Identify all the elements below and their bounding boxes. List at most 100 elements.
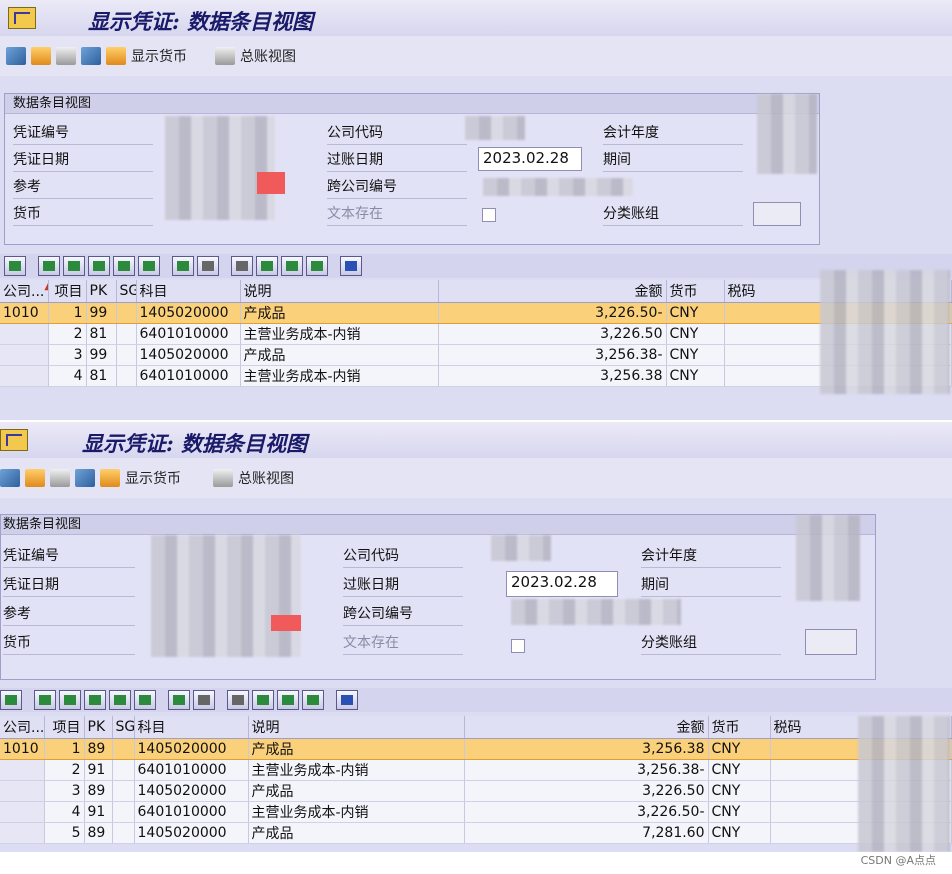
layout-button[interactable] xyxy=(306,256,328,276)
info-button[interactable] xyxy=(340,256,362,276)
edit-icon[interactable] xyxy=(6,47,26,65)
text-cell: 主营业务成本-内销 xyxy=(240,365,439,387)
table-row[interactable]: 5 89 1405020000 产成品 7,281.60 CNY xyxy=(0,822,952,844)
display-currency-button[interactable]: 显示货币 xyxy=(125,468,181,488)
sort-descending-button[interactable] xyxy=(63,256,85,276)
table-row[interactable]: 1010 1 89 1405020000 产成品 3,256.38 CNY xyxy=(0,738,952,760)
item-cell: 3 xyxy=(48,344,87,366)
table-row[interactable]: 1010 1 99 1405020000 产成品 3,226.50- CNY xyxy=(0,302,952,324)
column-header[interactable]: 公司...▲ xyxy=(0,280,49,303)
company-code-label: 公司代码 xyxy=(327,122,467,145)
account-cell: 1405020000 xyxy=(136,344,241,366)
print-button[interactable] xyxy=(227,690,249,710)
posting-date-field[interactable]: 2023.02.28 xyxy=(478,147,582,171)
details-button[interactable] xyxy=(0,690,22,710)
pk-cell: 89 xyxy=(84,822,113,844)
find-next-button[interactable] xyxy=(113,256,135,276)
line-items-table: 公司...▲ 项目 PK SG 科目 说明 金额 货币 税码 1010 1 99… xyxy=(0,280,952,387)
sort-ascending-button[interactable] xyxy=(38,256,60,276)
display-header-icon[interactable] xyxy=(50,469,70,487)
export-button[interactable] xyxy=(277,690,299,710)
period-label: 期间 xyxy=(603,149,743,172)
text-cell: 主营业务成本-内销 xyxy=(240,323,439,345)
document-number-label: 凭证编号 xyxy=(3,545,135,568)
currency-label: 货币 xyxy=(3,632,135,655)
column-header[interactable]: 说明 xyxy=(240,280,439,303)
posting-date-label: 过账日期 xyxy=(327,149,467,172)
column-header[interactable]: SG xyxy=(116,280,137,303)
find-button[interactable] xyxy=(88,256,110,276)
table-row[interactable]: 3 89 1405020000 产成品 3,226.50 CNY xyxy=(0,780,952,802)
other-document-icon[interactable] xyxy=(25,469,45,487)
sort-descending-button[interactable] xyxy=(59,690,81,710)
column-header[interactable]: 金额 xyxy=(438,280,667,303)
column-header[interactable]: 公司...▲ xyxy=(0,716,45,739)
ledger-view-icon[interactable] xyxy=(213,469,233,487)
item-cell: 5 xyxy=(44,822,85,844)
text-cell: 产成品 xyxy=(240,344,439,366)
column-header[interactable]: 项目 xyxy=(44,716,85,739)
column-header[interactable]: 货币 xyxy=(666,280,725,303)
column-header[interactable]: 科目 xyxy=(134,716,249,739)
subtotal-button[interactable] xyxy=(193,690,215,710)
subtotal-button[interactable] xyxy=(197,256,219,276)
general-ledger-view-button[interactable]: 总账视图 xyxy=(240,46,296,66)
watermark: CSDN @A点点 xyxy=(860,854,936,867)
currency-icon[interactable] xyxy=(106,47,126,65)
table-row[interactable]: 2 91 6401010000 主营业务成本-内销 3,256.38- CNY xyxy=(0,759,952,781)
currency-icon[interactable] xyxy=(100,469,120,487)
taxes-icon[interactable] xyxy=(75,469,95,487)
sg-cell xyxy=(116,302,137,324)
column-header[interactable]: PK xyxy=(84,716,113,739)
info-button[interactable] xyxy=(336,690,358,710)
cross-company-label: 跨公司编号 xyxy=(343,603,463,626)
column-header[interactable]: PK xyxy=(86,280,117,303)
edit-icon[interactable] xyxy=(0,469,20,487)
account-cell: 1405020000 xyxy=(134,822,249,844)
table-row[interactable]: 2 81 6401010000 主营业务成本-内销 3,226.50 CNY xyxy=(0,323,952,345)
find-button[interactable] xyxy=(84,690,106,710)
sum-button[interactable] xyxy=(168,690,190,710)
ledger-view-icon[interactable] xyxy=(215,47,235,65)
display-currency-button[interactable]: 显示货币 xyxy=(131,46,187,66)
sort-ascending-button[interactable] xyxy=(34,690,56,710)
find-next-button[interactable] xyxy=(109,690,131,710)
sum-button[interactable] xyxy=(172,256,194,276)
ledger-group-field[interactable] xyxy=(753,202,801,226)
amount-cell: 3,226.50 xyxy=(464,780,709,802)
filter-button[interactable] xyxy=(138,256,160,276)
ledger-group-field[interactable] xyxy=(805,629,857,655)
column-header[interactable]: 科目 xyxy=(136,280,241,303)
taxes-icon[interactable] xyxy=(81,47,101,65)
text-cell: 产成品 xyxy=(248,780,465,802)
pk-cell: 91 xyxy=(84,801,113,823)
amount-cell: 3,256.38- xyxy=(438,344,667,366)
ledger-group-label: 分类账组 xyxy=(641,632,781,655)
column-header[interactable]: 金额 xyxy=(464,716,709,739)
table-row[interactable]: 4 91 6401010000 主营业务成本-内销 3,226.50- CNY xyxy=(0,801,952,823)
export-button[interactable] xyxy=(281,256,303,276)
table-row[interactable]: 3 99 1405020000 产成品 3,256.38- CNY xyxy=(0,344,952,366)
column-header[interactable]: SG xyxy=(112,716,135,739)
redacted-area xyxy=(511,599,681,625)
layout-button[interactable] xyxy=(302,690,324,710)
other-document-icon[interactable] xyxy=(31,47,51,65)
views-button[interactable] xyxy=(256,256,278,276)
views-button[interactable] xyxy=(252,690,274,710)
sg-cell xyxy=(112,822,135,844)
posting-date-label: 过账日期 xyxy=(343,574,463,597)
column-header[interactable]: 说明 xyxy=(248,716,465,739)
posting-date-field[interactable]: 2023.02.28 xyxy=(506,571,618,597)
print-button[interactable] xyxy=(231,256,253,276)
redacted-area xyxy=(820,270,950,394)
screen-1: 显示凭证: 数据条目视图 显示货币 总账视图 数据条目视图 凭证编号 凭证日期 … xyxy=(0,0,952,420)
column-header[interactable]: 项目 xyxy=(48,280,87,303)
details-button[interactable] xyxy=(4,256,26,276)
company-cell xyxy=(0,822,45,844)
table-row[interactable]: 4 81 6401010000 主营业务成本-内销 3,256.38 CNY xyxy=(0,365,952,387)
display-header-icon[interactable] xyxy=(56,47,76,65)
filter-button[interactable] xyxy=(134,690,156,710)
column-header[interactable]: 货币 xyxy=(708,716,771,739)
pk-cell: 91 xyxy=(84,759,113,781)
general-ledger-view-button[interactable]: 总账视图 xyxy=(238,468,294,488)
